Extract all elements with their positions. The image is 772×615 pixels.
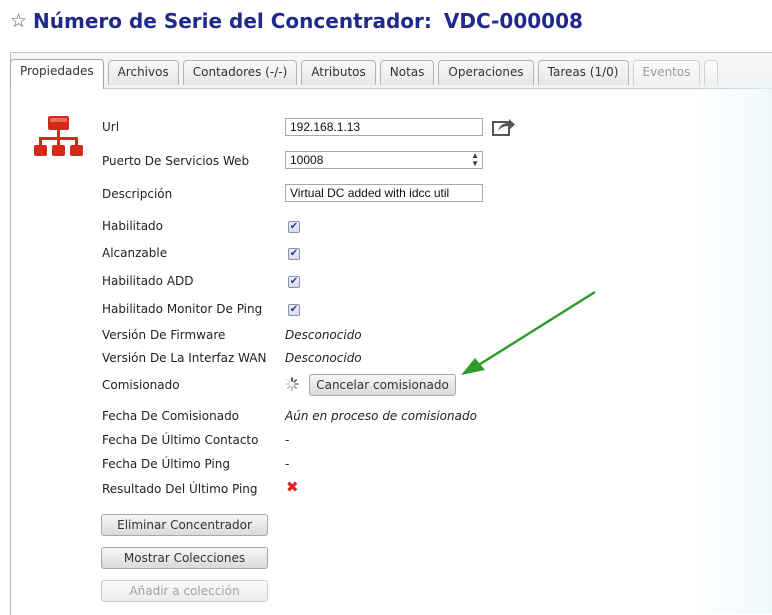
web-port-value: 10008 (290, 153, 324, 167)
title-prefix: Número de Serie del Concentrador: (33, 9, 432, 33)
tab-propiedades[interactable]: Propiedades (10, 59, 104, 89)
firmware-value: Desconocido (285, 328, 362, 342)
enabled-label: Habilitado (102, 219, 164, 233)
add-enabled-checkbox[interactable]: ✔ (288, 276, 300, 288)
delete-concentrator-button[interactable]: Eliminar Concentrador (101, 514, 268, 536)
last-ping-result-label: Resultado Del Último Ping (102, 482, 258, 496)
cancel-commissioning-button[interactable]: Cancelar comisionado (309, 374, 456, 396)
web-port-label: Puerto De Servicios Web (102, 154, 250, 168)
reachable-checkbox[interactable]: ✔ (288, 248, 300, 260)
concentrator-hub-icon (34, 116, 83, 156)
web-port-stepper[interactable]: 10008 ▲ ▼ (285, 151, 483, 169)
url-label: Url (102, 120, 120, 134)
tab-atributos[interactable]: Atributos (301, 60, 376, 85)
page-title: ☆ Número de Serie del Concentrador: VDC-… (10, 6, 583, 36)
firmware-label: Versión De Firmware (102, 328, 226, 342)
description-input[interactable]: Virtual DC added with idcc util (285, 184, 483, 202)
background-glow (690, 80, 772, 614)
commissioned-label: Comisionado (102, 378, 180, 392)
x-mark-icon: ✖ (286, 478, 299, 496)
show-collections-button[interactable]: Mostrar Colecciones (101, 547, 268, 569)
tab-operaciones[interactable]: Operaciones (438, 60, 534, 85)
url-input[interactable]: 192.168.1.13 (285, 118, 483, 136)
tab-notas[interactable]: Notas (379, 60, 435, 85)
reachable-label: Alcanzable (102, 246, 168, 260)
tab-archivos[interactable]: Archivos (107, 60, 179, 85)
last-contact-value: - (285, 433, 290, 447)
ping-monitor-checkbox[interactable]: ✔ (288, 304, 300, 316)
open-external-icon[interactable] (492, 116, 516, 136)
ping-monitor-label: Habilitado Monitor De Ping (102, 302, 263, 316)
serial-number: VDC-000008 (443, 9, 583, 33)
loading-spinner-icon (285, 377, 299, 391)
tab-tareas[interactable]: Tareas (1/0) (537, 60, 629, 85)
favorite-star-icon[interactable]: ☆ (10, 11, 27, 31)
last-ping-date-value: - (285, 457, 290, 471)
wan-version-label: Versión De La Interfaz WAN (102, 351, 267, 365)
wan-version-value: Desconocido (285, 351, 362, 365)
last-ping-date-label: Fecha De Último Ping (102, 457, 230, 471)
last-contact-label: Fecha De Último Contacto (102, 433, 259, 447)
tab-contadores[interactable]: Contadores (-/-) (182, 60, 298, 85)
description-label: Descripción (102, 187, 173, 201)
spin-arrows-icon[interactable]: ▲ ▼ (471, 152, 479, 168)
annotation-arrow-icon (461, 290, 596, 375)
commission-date-label: Fecha De Comisionado (102, 409, 240, 423)
tab-bar: Propiedades Archivos Contadores (-/-) At… (10, 59, 719, 89)
commission-date-value: Aún en proceso de comisionado (285, 409, 477, 423)
enabled-checkbox[interactable]: ✔ (288, 221, 300, 233)
add-enabled-label: Habilitado ADD (102, 274, 194, 288)
add-to-collection-button[interactable]: Añadir a colección (101, 580, 268, 602)
